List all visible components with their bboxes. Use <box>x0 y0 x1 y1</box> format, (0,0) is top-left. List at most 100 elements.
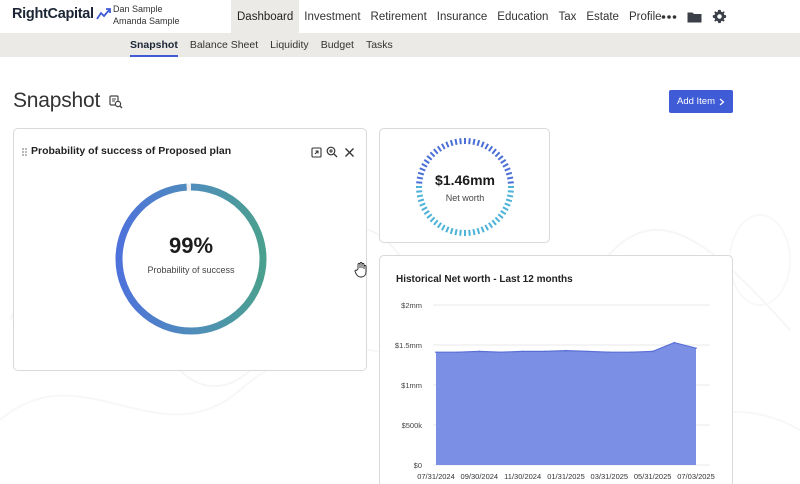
historical-net-worth-card: Historical Net worth - Last 12 months $0… <box>379 255 733 484</box>
trend-arrow-icon <box>96 8 111 20</box>
ring-tick <box>468 229 471 236</box>
chevron-right-icon <box>719 98 725 105</box>
top-nav-bar: RightCapital Dan Sample Amanda Sample Da… <box>0 0 800 33</box>
tab-liquidity[interactable]: Liquidity <box>270 33 309 57</box>
gauge-progress-arc <box>115 183 267 335</box>
ring-tick <box>497 213 504 219</box>
nav-education[interactable]: Education <box>492 0 553 33</box>
tab-tasks[interactable]: Tasks <box>366 33 393 57</box>
ring-tick <box>507 190 514 193</box>
ring-tick <box>429 216 436 223</box>
ring-tick <box>445 226 450 233</box>
snapshot-search-icon[interactable] <box>109 95 123 109</box>
brand-logo[interactable]: RightCapital <box>12 6 112 22</box>
x-tick-label: 03/31/2025 <box>591 472 629 481</box>
client-names[interactable]: Dan Sample Amanda Sample <box>113 3 180 27</box>
ring-tick <box>500 158 507 164</box>
x-tick-label: 07/03/2025 <box>677 472 715 481</box>
net-worth-area <box>436 342 696 465</box>
probability-label: Probability of success <box>147 265 235 275</box>
y-tick-label: $0 <box>414 461 422 470</box>
x-tick-label: 07/31/2024 <box>417 472 455 481</box>
data-point <box>673 341 676 344</box>
folder-icon[interactable] <box>687 11 702 23</box>
y-tick-label: $2mm <box>401 301 422 310</box>
gear-icon[interactable] <box>712 9 727 24</box>
ring-tick <box>484 143 489 150</box>
historical-card-title: Historical Net worth - Last 12 months <box>396 274 573 285</box>
ring-tick <box>500 210 507 216</box>
ring-tick <box>491 219 497 226</box>
ring-tick <box>441 224 446 231</box>
ring-tick <box>421 206 428 211</box>
ring-tick <box>436 222 442 229</box>
ring-tick <box>504 202 511 207</box>
ring-tick <box>502 206 509 211</box>
data-point <box>651 350 654 353</box>
brand-name: RightCapital <box>12 6 94 22</box>
nav-tax[interactable]: Tax <box>553 0 581 33</box>
ring-tick <box>433 219 439 226</box>
nav-retirement[interactable]: Retirement <box>366 0 432 33</box>
probability-card-title: Probability of success of Proposed plan <box>31 145 232 157</box>
zoom-in-icon[interactable] <box>326 146 338 158</box>
ring-tick <box>459 138 462 145</box>
y-tick-label: $1mm <box>401 381 422 390</box>
sub-nav: Snapshot Balance Sheet Liquidity Budget … <box>130 33 393 57</box>
nav-dashboard[interactable]: Dashboard <box>231 0 300 33</box>
ring-tick <box>488 222 494 229</box>
ring-tick <box>445 141 450 148</box>
y-tick-label: $1.5mm <box>395 341 422 350</box>
probability-value: 99% <box>168 233 214 258</box>
ring-tick <box>421 163 428 168</box>
ring-tick <box>472 228 476 236</box>
ring-tick <box>419 167 426 172</box>
ring-tick <box>423 210 430 216</box>
nav-insurance[interactable]: Insurance <box>432 0 493 33</box>
probability-card: Probability of success of Proposed plan <box>13 128 367 371</box>
ring-tick <box>494 151 501 158</box>
nav-estate[interactable]: Estate <box>581 0 624 33</box>
ring-tick <box>502 163 509 168</box>
ring-tick <box>480 226 485 233</box>
sub-nav-bar: Snapshot Balance Sheet Liquidity Budget … <box>0 33 800 57</box>
drag-handle-icon[interactable] <box>22 148 27 156</box>
tab-snapshot[interactable]: Snapshot <box>130 33 178 57</box>
ring-tick <box>419 202 426 207</box>
ring-tick <box>426 213 433 219</box>
data-point <box>608 351 611 353</box>
data-point <box>586 350 589 353</box>
x-tick-label: 01/31/2025 <box>547 472 585 481</box>
ring-tick <box>449 227 454 235</box>
ring-tick <box>488 145 494 152</box>
data-point <box>521 350 524 353</box>
expand-icon[interactable] <box>311 146 322 158</box>
ring-tick <box>468 138 471 145</box>
tab-balance-sheet[interactable]: Balance Sheet <box>190 33 258 57</box>
net-worth-card[interactable]: $1.46mm Net worth <box>379 128 550 243</box>
net-worth-label: Net worth <box>445 193 485 203</box>
card-toolbar <box>311 146 355 158</box>
ring-tick <box>441 143 446 150</box>
more-icon[interactable] <box>661 14 677 20</box>
nav-investment[interactable]: Investment <box>299 0 365 33</box>
client-name-primary: Dan Sample <box>113 4 163 14</box>
nav-icon-group <box>661 0 727 33</box>
add-item-button[interactable]: Add Item <box>669 90 733 113</box>
ring-tick <box>497 155 504 161</box>
x-tick-label: 11/30/2024 <box>504 472 541 481</box>
tab-budget[interactable]: Budget <box>321 33 354 57</box>
data-point <box>565 349 567 352</box>
data-point <box>435 351 437 353</box>
ring-tick <box>454 138 458 146</box>
page-title: Snapshot <box>13 89 101 112</box>
ring-tick <box>476 227 481 235</box>
ring-tick <box>429 151 436 158</box>
ring-tick <box>494 216 501 223</box>
net-worth-area-chart: $0 $500k $1mm $1.5mm $2mm 07/31/2024 09/30/202… <box>395 301 715 481</box>
ring-tick <box>472 138 476 146</box>
main-nav: Dashboard Investment Retirement Insuranc… <box>231 0 667 33</box>
probability-gauge <box>115 183 267 335</box>
close-icon[interactable] <box>344 147 355 158</box>
x-tick-label: 09/30/2024 <box>461 472 499 481</box>
